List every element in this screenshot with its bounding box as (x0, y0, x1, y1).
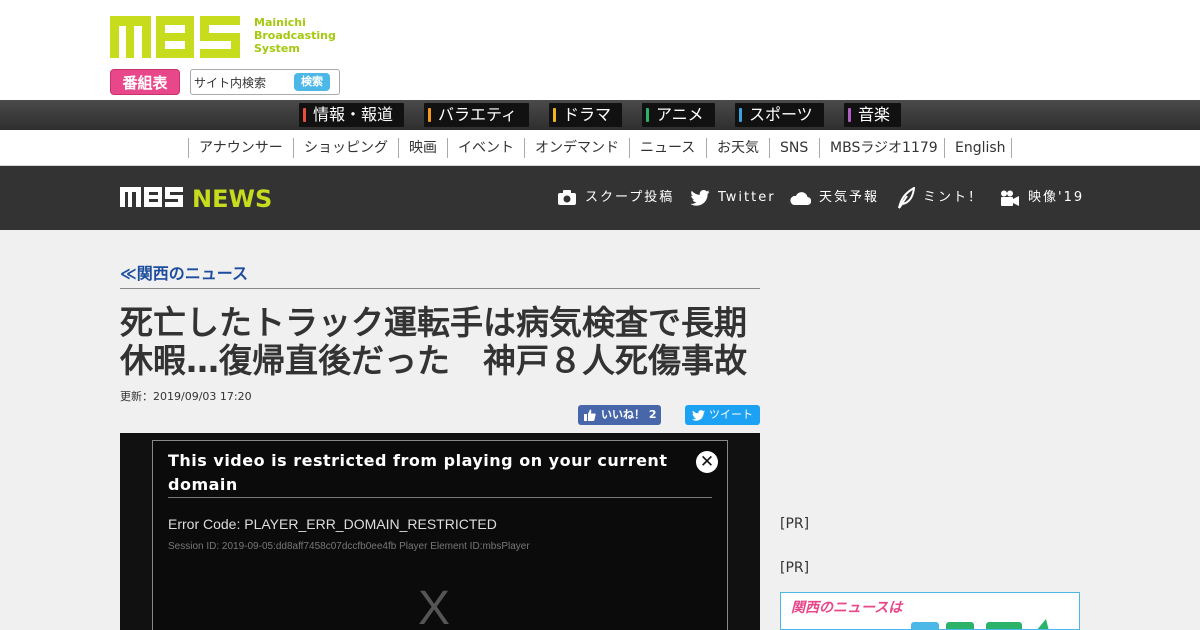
sub-nav-on-demand[interactable]: オンデマンド (524, 138, 619, 158)
genre-nav: 情報・報道 バラエティ ドラマ アニメ スポーツ 音楽 (0, 100, 1200, 130)
twitter-icon (692, 409, 705, 421)
sub-nav-news[interactable]: ニュース (629, 138, 695, 158)
search-button[interactable]: 検索 (294, 73, 330, 91)
sub-nav: アナウンサー ショッピング 映画 イベント オンデマンド ニュース お天気 SN… (0, 130, 1200, 166)
tagline-line: Broadcasting (254, 29, 336, 42)
genre-tab-music[interactable]: 音楽 (844, 103, 901, 127)
genre-tab-variety[interactable]: バラエティ (424, 103, 529, 127)
player-placeholder-x: X (418, 582, 451, 630)
headline-line: 死亡したトラック運転手は病気検査で長期 (120, 303, 747, 342)
genre-tab-label: バラエティ (438, 105, 518, 124)
news-link-twitter[interactable]: Twitter (690, 187, 776, 209)
tv-guide-button[interactable]: 番組表 (110, 69, 180, 95)
mbs-news-logo[interactable]: NEWS (120, 185, 282, 213)
news-link-label: 映像'19 (1028, 190, 1085, 205)
close-icon[interactable]: ✕ (696, 451, 718, 473)
tweet-label: ツイート (709, 408, 753, 421)
sub-nav-movie[interactable]: 映画 (398, 138, 437, 158)
banner-graphic (911, 619, 1049, 629)
sub-nav-divider (1011, 138, 1012, 158)
news-logo-word: NEWS (192, 185, 272, 209)
search-input[interactable] (194, 73, 292, 91)
news-link-weather[interactable]: 天気予報 (789, 187, 879, 209)
genre-tab-drama[interactable]: ドラマ (549, 103, 622, 127)
tagline-line: System (254, 42, 300, 55)
mbs-news-logo-graphic: NEWS (120, 185, 272, 213)
breadcrumb[interactable]: ≪関西のニュース (120, 263, 760, 289)
sub-nav-english[interactable]: English (944, 138, 1006, 158)
like-label: いいね！ 2 (601, 408, 657, 421)
site-search: 検索 (190, 69, 340, 95)
mbs-tagline: Mainichi Broadcasting System (254, 16, 354, 55)
sub-nav-sns[interactable]: SNS (769, 138, 808, 158)
player-error-code: Error Code: PLAYER_ERR_DOMAIN_RESTRICTED (168, 516, 497, 532)
news-link-mint[interactable]: ミント！ (897, 187, 983, 209)
genre-tab-label: スポーツ (749, 105, 813, 124)
news-link-label: Twitter (718, 190, 776, 205)
video-player[interactable]: This video is restricted from playing on… (120, 433, 760, 630)
genre-tab-news[interactable]: 情報・報道 (299, 103, 404, 127)
breadcrumb-link[interactable]: ≪関西のニュース (120, 264, 248, 283)
genre-color-bar (303, 108, 306, 122)
divider (168, 497, 712, 498)
site-header: Mainichi Broadcasting System 番組表 検索 (0, 0, 1200, 100)
news-link-scoop[interactable]: スクープ投稿 (557, 187, 674, 209)
tagline-line: Mainichi (254, 16, 306, 29)
pr-label: [PR] (780, 560, 810, 576)
video-camera-icon (1001, 190, 1019, 206)
pr-label: [PR] (780, 516, 810, 532)
genre-tab-label: 音楽 (858, 105, 891, 124)
sub-nav-mbs-radio[interactable]: MBSラジオ1179 (819, 138, 938, 158)
facebook-like-button[interactable]: いいね！ 2 (578, 405, 661, 425)
news-link-label: ミント！ (923, 190, 984, 205)
genre-tab-anime[interactable]: アニメ (642, 103, 715, 127)
genre-tab-label: アニメ (656, 105, 704, 124)
sub-nav-shopping[interactable]: ショッピング (293, 138, 388, 158)
sub-nav-event[interactable]: イベント (447, 138, 514, 158)
genre-color-bar (848, 108, 851, 122)
news-link-label: 天気予報 (819, 190, 880, 205)
tweet-button[interactable]: ツイート (685, 405, 760, 425)
headline-line: 休暇…復帰直後だった 神戸８人死傷事故 (120, 341, 747, 380)
cloud-icon (790, 192, 811, 205)
player-error-title: This video is restricted from playing on… (168, 451, 668, 494)
article-headline: 死亡したトラック運転手は病気検査で長期 休暇…復帰直後だった 神戸８人死傷事故 (120, 304, 765, 380)
sub-nav-weather[interactable]: お天気 (706, 138, 759, 158)
genre-tab-sports[interactable]: スポーツ (735, 103, 824, 127)
leaf-icon (898, 187, 915, 209)
genre-color-bar (553, 108, 556, 122)
player-session-id: Session ID: 2019-09-05:dd8aff7458c07dccf… (168, 541, 530, 552)
kansai-news-banner[interactable]: 関西のニュースは (780, 592, 1080, 630)
player-error-panel: This video is restricted from playing on… (152, 440, 728, 630)
thumbs-up-icon (584, 409, 596, 421)
genre-color-bar (646, 108, 649, 122)
news-link-eizou[interactable]: 映像'19 (1000, 187, 1084, 209)
sub-nav-announcer[interactable]: アナウンサー (188, 138, 283, 158)
genre-color-bar (739, 108, 742, 122)
genre-tab-label: 情報・報道 (313, 105, 394, 124)
news-link-label: スクープ投稿 (585, 190, 675, 205)
camera-icon (558, 190, 576, 205)
genre-color-bar (428, 108, 431, 122)
genre-tab-label: ドラマ (563, 105, 612, 124)
updated-timestamp: 更新：2019/09/03 17:20 (120, 390, 252, 403)
twitter-icon (690, 190, 710, 206)
